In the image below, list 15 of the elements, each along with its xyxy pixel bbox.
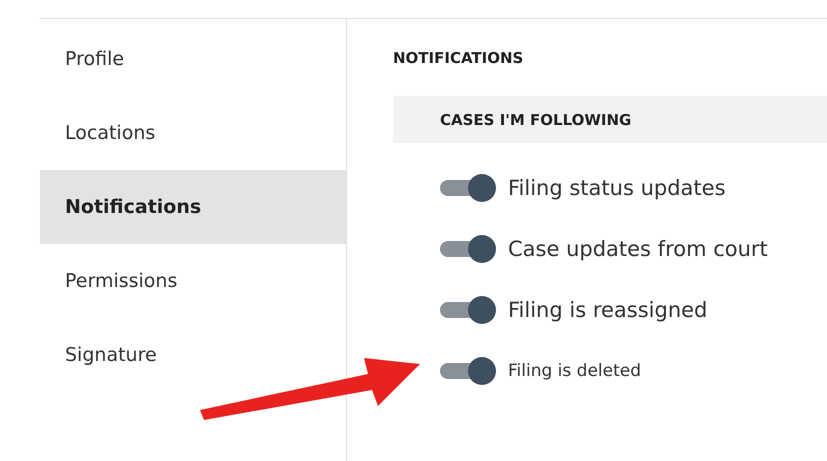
sidebar-item[interactable]: Permissions: [40, 244, 346, 318]
sidebar-item[interactable]: Signature: [40, 318, 346, 392]
toggle-label: Case updates from court: [508, 237, 768, 261]
subsection-header: CASES I'M FOLLOWING: [393, 96, 827, 143]
sidebar-item[interactable]: Locations: [40, 96, 346, 170]
toggle-label: Filing status updates: [508, 176, 726, 200]
sidebar-item[interactable]: Profile: [40, 22, 346, 96]
toggle-switch[interactable]: [440, 174, 496, 202]
toggle-switch[interactable]: [440, 357, 496, 385]
section-title: NOTIFICATIONS: [393, 49, 524, 69]
sidebar-item[interactable]: Notifications: [40, 170, 346, 244]
toggle-switch[interactable]: [440, 235, 496, 263]
toggle-label: Filing is deleted: [508, 361, 642, 381]
toggle-label: Filing is reassigned: [508, 298, 708, 322]
toggle-switch[interactable]: [440, 296, 496, 324]
